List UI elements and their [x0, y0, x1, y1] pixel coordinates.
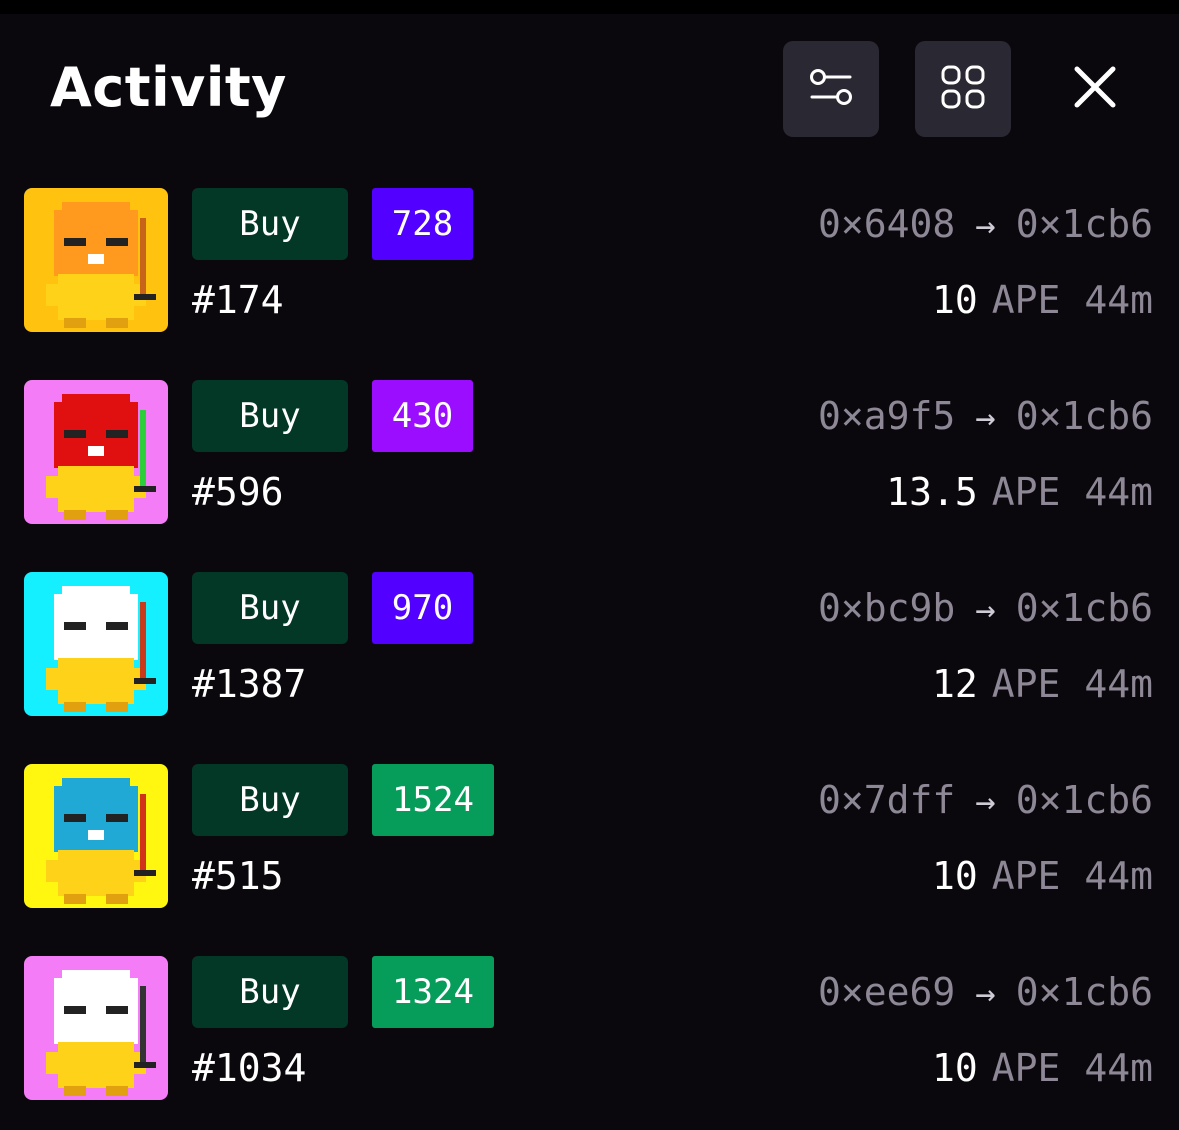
page-title: Activity — [50, 56, 287, 119]
to-address[interactable]: 0×1cb6 — [1016, 970, 1153, 1014]
nft-thumbnail[interactable] — [24, 956, 168, 1100]
buy-badge: Buy — [192, 380, 348, 452]
close-icon — [1073, 65, 1117, 113]
rarity-rank-badge: 1524 — [372, 764, 494, 836]
to-address[interactable]: 0×1cb6 — [1016, 202, 1153, 246]
price-currency: APE — [991, 278, 1061, 322]
price-currency: APE — [991, 854, 1061, 898]
transfer-addresses: 0×7dff → 0×1cb6 — [818, 776, 1153, 826]
nft-thumbnail[interactable] — [24, 380, 168, 524]
transfer-addresses: 0×bc9b → 0×1cb6 — [818, 584, 1153, 634]
from-address[interactable]: 0×ee69 — [818, 970, 955, 1014]
rarity-rank-badge: 728 — [372, 188, 473, 260]
arrow-right-icon: → — [975, 974, 996, 1014]
activity-row[interactable]: Buy 728 #174 0×6408 → 0×1cb6 10 APE 44m — [0, 188, 1179, 332]
sale-price: 10 APE 44m — [932, 1044, 1153, 1092]
from-address[interactable]: 0×7dff — [818, 778, 955, 822]
activity-header: Activity — [0, 14, 1179, 164]
arrow-right-icon: → — [975, 590, 996, 630]
price-currency: APE — [991, 662, 1061, 706]
transfer-addresses: 0×a9f5 → 0×1cb6 — [818, 392, 1153, 442]
time-ago: 44m — [1084, 278, 1153, 322]
sale-price: 10 APE 44m — [932, 852, 1153, 900]
arrow-right-icon: → — [975, 398, 996, 438]
token-id[interactable]: #1387 — [192, 660, 306, 708]
buy-badge: Buy — [192, 572, 348, 644]
price-amount: 10 — [931, 854, 978, 898]
transfer-addresses: 0×6408 → 0×1cb6 — [818, 200, 1153, 250]
nft-thumbnail[interactable] — [24, 764, 168, 908]
activity-row[interactable]: Buy 1324 #1034 0×ee69 → 0×1cb6 10 APE 44m — [0, 956, 1179, 1100]
buy-badge: Buy — [192, 764, 348, 836]
sale-price: 13.5 APE 44m — [886, 468, 1153, 516]
to-address[interactable]: 0×1cb6 — [1016, 778, 1153, 822]
buy-badge: Buy — [192, 188, 348, 260]
arrow-right-icon: → — [975, 206, 996, 246]
close-button[interactable] — [1047, 41, 1143, 137]
grid-icon — [940, 64, 986, 114]
grid-view-button[interactable] — [915, 41, 1011, 137]
from-address[interactable]: 0×bc9b — [818, 586, 955, 630]
rarity-rank-badge: 430 — [372, 380, 473, 452]
sliders-icon — [808, 64, 854, 114]
status-bar — [0, 0, 1179, 14]
token-id[interactable]: #515 — [192, 852, 284, 900]
price-amount: 10 — [931, 278, 978, 322]
price-amount: 10 — [931, 1046, 978, 1090]
nft-thumbnail[interactable] — [24, 572, 168, 716]
time-ago: 44m — [1084, 470, 1153, 514]
nft-thumbnail[interactable] — [24, 188, 168, 332]
filter-button[interactable] — [783, 41, 879, 137]
rarity-rank-badge: 970 — [372, 572, 473, 644]
price-currency: APE — [991, 1046, 1061, 1090]
price-currency: APE — [991, 470, 1061, 514]
buy-badge: Buy — [192, 956, 348, 1028]
from-address[interactable]: 0×a9f5 — [818, 394, 955, 438]
from-address[interactable]: 0×6408 — [818, 202, 955, 246]
token-id[interactable]: #596 — [192, 468, 284, 516]
activity-row[interactable]: Buy 970 #1387 0×bc9b → 0×1cb6 12 APE 44m — [0, 572, 1179, 716]
time-ago: 44m — [1084, 662, 1153, 706]
sale-price: 10 APE 44m — [932, 276, 1153, 324]
time-ago: 44m — [1084, 854, 1153, 898]
rarity-rank-badge: 1324 — [372, 956, 494, 1028]
price-amount: 12 — [931, 662, 978, 706]
arrow-right-icon: → — [975, 782, 996, 822]
activity-row[interactable]: Buy 430 #596 0×a9f5 → 0×1cb6 13.5 APE 44m — [0, 380, 1179, 524]
activity-row[interactable]: Buy 1524 #515 0×7dff → 0×1cb6 10 APE 44m — [0, 764, 1179, 908]
sale-price: 12 APE 44m — [932, 660, 1153, 708]
price-amount: 13.5 — [886, 470, 978, 514]
token-id[interactable]: #1034 — [192, 1044, 306, 1092]
transfer-addresses: 0×ee69 → 0×1cb6 — [818, 968, 1153, 1018]
token-id[interactable]: #174 — [192, 276, 284, 324]
to-address[interactable]: 0×1cb6 — [1016, 586, 1153, 630]
time-ago: 44m — [1084, 1046, 1153, 1090]
to-address[interactable]: 0×1cb6 — [1016, 394, 1153, 438]
